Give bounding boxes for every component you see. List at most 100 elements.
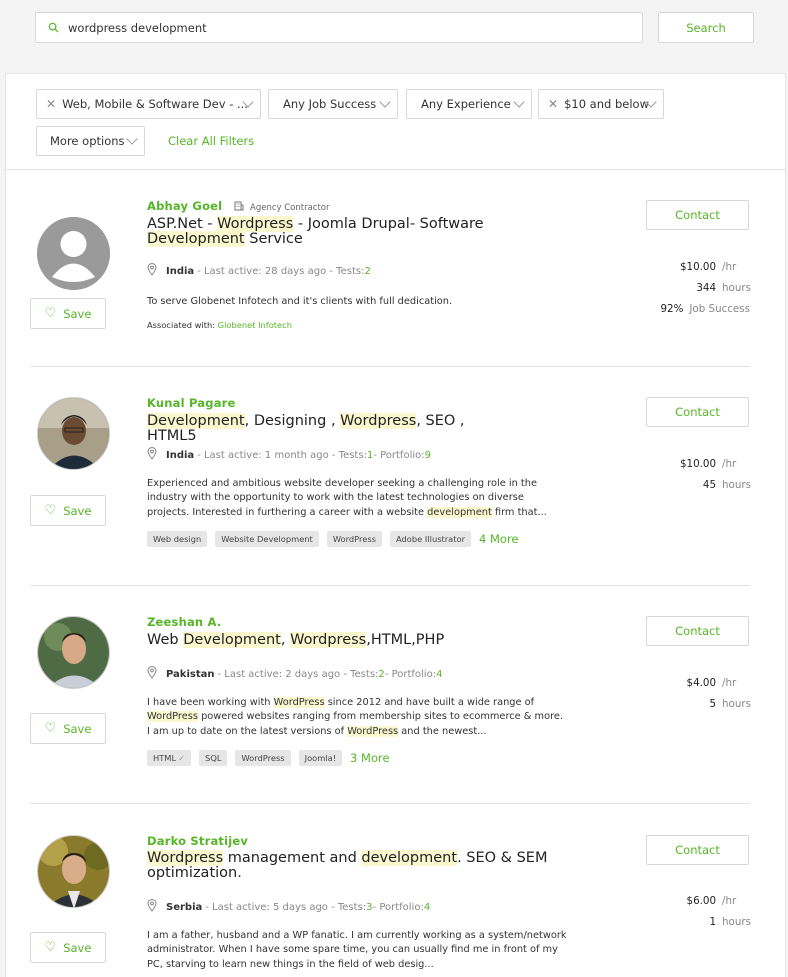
location-pin-icon — [147, 899, 157, 915]
contact-button[interactable]: Contact — [646, 397, 749, 427]
divider — [30, 585, 750, 586]
hourly-rate: $6.00/hr — [550, 895, 750, 907]
title-text: - Joomla Drupal- Software — [293, 216, 484, 232]
portfolio-count[interactable]: 4 — [424, 902, 430, 913]
job-success-label: Job Success — [689, 303, 750, 315]
freelancer-card: ♡ Save Kunal Pagare Development, Designi… — [30, 392, 751, 582]
agency-link[interactable]: Globenet Infotech — [218, 320, 292, 330]
location-row: India - Last active: 28 days ago - Tests… — [147, 263, 371, 279]
job-success-value: 92% — [660, 303, 684, 315]
skill-tag[interactable]: Joomla! — [298, 750, 343, 766]
hours-unit: hours — [722, 282, 751, 294]
remove-filter-icon[interactable]: ✕ — [46, 97, 56, 111]
agency-badge: Agency Contractor — [234, 201, 330, 214]
skill-tag[interactable]: WordPress — [326, 531, 382, 547]
desc-text: I have been working with — [147, 697, 274, 708]
hours-worked: 1 hours — [550, 916, 751, 928]
filter-category[interactable]: ✕ Web, Mobile & Software Dev - ... — [36, 89, 261, 119]
freelancer-name[interactable]: Kunal Pagare — [147, 396, 236, 410]
search-button[interactable]: Search — [658, 12, 754, 43]
skill-tag[interactable]: SQL — [199, 750, 228, 766]
search-input[interactable] — [68, 20, 588, 35]
title-highlight: Wordpress — [147, 850, 224, 866]
contact-button[interactable]: Contact — [646, 200, 749, 230]
location-row: Serbia - Last active: 5 days ago - Tests… — [147, 899, 430, 915]
title-text: Web — [147, 632, 184, 648]
skill-tag[interactable]: HTML ✓ — [147, 750, 192, 766]
more-skills-link[interactable]: 4 More — [479, 532, 518, 546]
freelancer-description: I am a father, husband and a WP fanatic.… — [147, 930, 567, 970]
hours-unit: hours — [722, 698, 751, 710]
freelancer-title: Web Development, Wordpress,HTML,PHP — [147, 632, 517, 648]
skill-tag[interactable]: Website Development — [215, 531, 319, 547]
hours-value: 344 — [696, 282, 716, 294]
more-options[interactable]: More options — [36, 126, 145, 156]
heart-icon: ♡ — [44, 721, 57, 736]
freelancer-name[interactable]: Darko Stratijev — [147, 834, 248, 848]
building-icon — [234, 201, 244, 214]
skill-tag[interactable]: Web design — [147, 531, 208, 547]
title-highlight: Wordpress — [290, 632, 367, 648]
portfolio-count[interactable]: 4 — [436, 669, 442, 680]
last-active: - Last active: 1 month ago - Tests: — [197, 449, 367, 461]
save-button[interactable]: ♡ Save — [30, 932, 106, 963]
hours-value: 45 — [702, 479, 716, 491]
skill-tag-label: HTML — [153, 753, 177, 763]
remove-filter-icon[interactable]: ✕ — [548, 97, 558, 111]
more-options-label: More options — [50, 134, 125, 148]
associated-label: Associated with: — [147, 320, 218, 330]
freelancer-description: I have been working with WordPress since… — [147, 696, 567, 739]
skill-tags: Web design Website Development WordPress… — [147, 531, 519, 547]
save-label: Save — [63, 940, 92, 955]
save-label: Save — [63, 503, 92, 518]
rate-value: $10.00 — [679, 458, 716, 470]
contact-button[interactable]: Contact — [646, 616, 749, 646]
filter-rate-label: $10 and below — [564, 97, 649, 111]
skill-tag[interactable]: WordPress — [235, 750, 291, 766]
search-field[interactable] — [35, 12, 643, 43]
freelancer-card: ♡ Save Abhay Goel Agency Contractor ASP.… — [30, 195, 751, 365]
filter-job-success[interactable]: Any Job Success — [268, 89, 398, 119]
rate-unit: /hr — [722, 677, 737, 689]
portfolio-label: - Portfolio: — [372, 901, 424, 913]
last-active: - Last active: 2 days ago - Tests: — [217, 668, 379, 680]
tests-count[interactable]: 2 — [364, 266, 370, 277]
hours-worked: 45 hours — [550, 479, 751, 491]
avatar-placeholder — [37, 217, 110, 290]
freelancer-name[interactable]: Zeeshan A. — [147, 615, 221, 629]
desc-text: since 2012 and have built a wide range o… — [324, 697, 535, 708]
country: India — [166, 265, 195, 277]
title-highlight: Wordpress — [340, 413, 417, 429]
title-highlight: Development — [183, 632, 281, 648]
hours-unit: hours — [722, 916, 751, 928]
desc-text: firm that... — [491, 506, 547, 518]
last-active: - Last active: 5 days ago - Tests: — [205, 901, 367, 913]
save-button[interactable]: ♡ Save — [30, 713, 106, 744]
portfolio-count[interactable]: 9 — [425, 450, 431, 461]
rate-value: $4.00 — [686, 677, 716, 689]
hourly-rate: $4.00/hr — [550, 677, 750, 689]
title-text: , — [280, 632, 291, 648]
filter-rate[interactable]: ✕ $10 and below — [538, 89, 664, 119]
save-button[interactable]: ♡ Save — [30, 495, 106, 526]
save-button[interactable]: ♡ Save — [30, 298, 106, 329]
location-pin-icon — [147, 263, 157, 279]
portfolio-label: - Portfolio: — [384, 668, 437, 680]
contact-button[interactable]: Contact — [646, 835, 749, 865]
title-text: , Designing , — [244, 413, 341, 429]
more-skills-link[interactable]: 3 More — [350, 751, 389, 765]
freelancer-title: Development, Designing , Wordpress, SEO … — [147, 413, 517, 444]
associated-with: Associated with: Globenet Infotech — [147, 320, 292, 330]
skill-tag[interactable]: Adobe Illustrator — [390, 531, 472, 547]
hourly-rate: $10.00/hr — [550, 261, 750, 273]
freelancer-name[interactable]: Abhay Goel — [147, 199, 222, 213]
hours-worked: 344 hours — [550, 282, 751, 294]
heart-icon: ♡ — [44, 503, 57, 518]
rate-value: $10.00 — [679, 261, 716, 273]
search-icon — [46, 21, 60, 35]
rate-unit: /hr — [722, 458, 737, 470]
portfolio-label: - Portfolio: — [373, 449, 425, 461]
freelancer-title: ASP.Net - Wordpress - Joomla Drupal- Sof… — [147, 216, 517, 247]
clear-filters-link[interactable]: Clear All Filters — [168, 134, 254, 148]
filter-experience[interactable]: Any Experience — [406, 89, 532, 119]
